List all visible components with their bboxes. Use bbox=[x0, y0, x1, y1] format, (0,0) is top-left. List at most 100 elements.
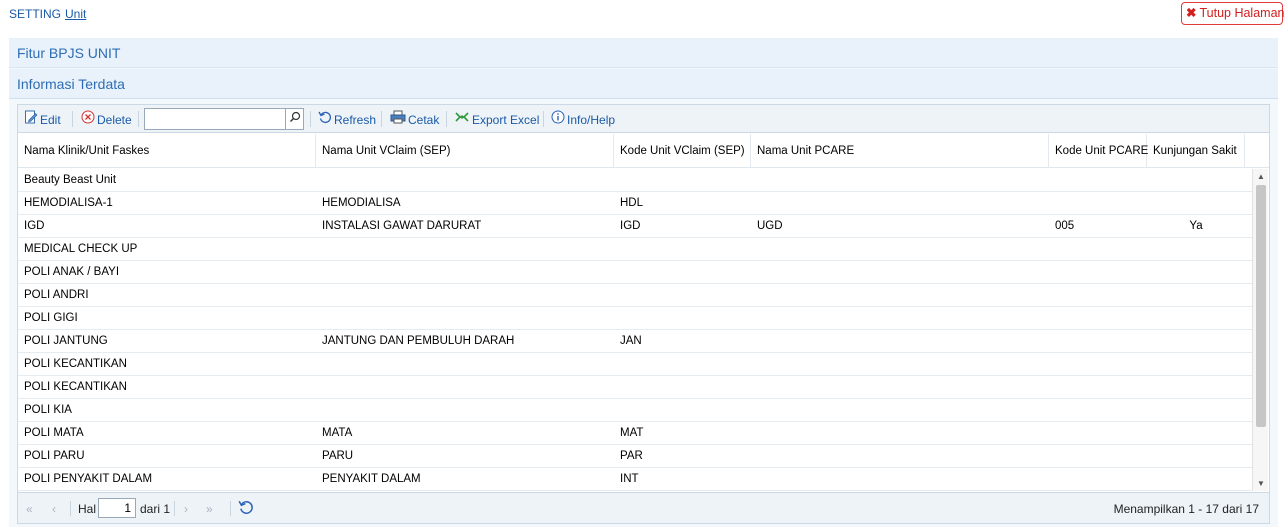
info-icon bbox=[551, 110, 565, 129]
pagination-summary: Menampilkan 1 - 17 dari 17 bbox=[1113, 502, 1259, 516]
cell-vclaim-code bbox=[614, 353, 751, 375]
refresh-page-icon[interactable] bbox=[238, 499, 254, 517]
cell-vclaim-code bbox=[614, 261, 751, 283]
scroll-down-icon[interactable]: ▼ bbox=[1253, 479, 1269, 488]
cell-klinik: POLI JANTUNG bbox=[24, 335, 108, 347]
cell-pcare-code bbox=[1049, 445, 1147, 467]
cell-klinik: HEMODIALISA-1 bbox=[24, 197, 113, 209]
export-excel-icon bbox=[454, 110, 470, 129]
cell-vclaim-name bbox=[316, 353, 614, 375]
cell-kunjungan-sakit bbox=[1147, 307, 1245, 329]
delete-label: Delete bbox=[97, 113, 132, 127]
cell-vclaim-name bbox=[316, 284, 614, 306]
scroll-thumb[interactable] bbox=[1256, 185, 1266, 427]
cell-vclaim-code: PAR bbox=[620, 450, 643, 462]
cell-vclaim-code: MAT bbox=[620, 427, 644, 439]
breadcrumb: SETTING Unit bbox=[9, 7, 86, 21]
cell-vclaim-code bbox=[614, 284, 751, 306]
table-row[interactable]: POLI JANTUNG JANTUNG DAN PEMBULUH DARAH … bbox=[18, 330, 1252, 353]
edit-label: Edit bbox=[40, 113, 61, 127]
first-page-icon[interactable]: « bbox=[26, 500, 33, 518]
cell-vclaim-code bbox=[614, 376, 751, 398]
column-header-pcare-name[interactable]: Nama Unit PCARE bbox=[751, 134, 1049, 168]
edit-icon bbox=[24, 110, 38, 129]
cell-pcare-code bbox=[1049, 307, 1147, 329]
table-row[interactable]: Beauty Beast Unit bbox=[18, 169, 1252, 192]
content-panel: Fitur BPJS UNIT Informasi Terdata Edit D… bbox=[9, 38, 1278, 527]
cell-vclaim-name bbox=[316, 261, 614, 283]
breadcrumb-unit[interactable]: Unit bbox=[65, 7, 86, 21]
cell-klinik: POLI PARU bbox=[24, 450, 85, 462]
column-header-vclaim-name[interactable]: Nama Unit VClaim (SEP) bbox=[316, 134, 614, 168]
section-title-info: Informasi Terdata bbox=[9, 69, 1278, 99]
prev-page-icon[interactable]: ‹ bbox=[52, 500, 56, 518]
cell-kunjungan-sakit bbox=[1147, 468, 1245, 490]
cell-pcare-name bbox=[751, 330, 1049, 352]
cell-vclaim-code bbox=[614, 169, 751, 191]
table-row[interactable]: POLI ANDRI bbox=[18, 284, 1252, 307]
table-row[interactable]: POLI PARU PARU PAR bbox=[18, 445, 1252, 468]
last-page-icon[interactable]: » bbox=[206, 500, 213, 518]
cell-vclaim-code: IGD bbox=[620, 220, 641, 232]
cell-klinik: POLI KIA bbox=[24, 404, 72, 416]
table-row[interactable]: POLI KECANTIKAN bbox=[18, 353, 1252, 376]
cell-klinik: POLI KECANTIKAN bbox=[24, 381, 127, 393]
cell-kunjungan-sakit bbox=[1147, 376, 1245, 398]
cell-vclaim-name: PENYAKIT DALAM bbox=[322, 473, 421, 485]
cell-vclaim-name bbox=[316, 399, 614, 421]
cell-kunjungan-sakit bbox=[1147, 353, 1245, 375]
cell-kunjungan-sakit bbox=[1147, 192, 1245, 214]
search-icon[interactable] bbox=[285, 109, 303, 129]
table-row[interactable]: MEDICAL CHECK UP bbox=[18, 238, 1252, 261]
table-row[interactable]: POLI KIA bbox=[18, 399, 1252, 422]
column-header-vclaim-code[interactable]: Kode Unit VClaim (SEP) bbox=[614, 134, 751, 168]
search-input[interactable] bbox=[144, 108, 304, 130]
close-page-label: Tutup Halaman bbox=[1199, 6, 1285, 20]
page-number-input[interactable]: 1 bbox=[98, 498, 136, 518]
breadcrumb-setting[interactable]: SETTING bbox=[9, 7, 61, 21]
table-row[interactable]: POLI GIGI bbox=[18, 307, 1252, 330]
cell-pcare-name bbox=[751, 261, 1049, 283]
column-header-kunjungan-sakit[interactable]: Kunjungan Sakit bbox=[1147, 134, 1245, 168]
refresh-button[interactable]: Refresh bbox=[318, 110, 376, 128]
scroll-up-icon[interactable]: ▲ bbox=[1253, 172, 1269, 181]
printer-icon bbox=[390, 110, 406, 129]
close-icon: ✖ bbox=[1186, 6, 1197, 20]
table-row[interactable]: HEMODIALISA-1 HEMODIALISA HDL bbox=[18, 192, 1252, 215]
delete-button[interactable]: Delete bbox=[81, 110, 132, 128]
cell-vclaim-name bbox=[316, 169, 614, 191]
print-button[interactable]: Cetak bbox=[390, 110, 439, 128]
cell-vclaim-code: JAN bbox=[620, 335, 642, 347]
cell-kunjungan-sakit bbox=[1147, 284, 1245, 306]
cell-pcare-name bbox=[751, 353, 1049, 375]
info-help-label: Info/Help bbox=[567, 113, 616, 127]
column-header-pcare-code[interactable]: Kode Unit PCARE bbox=[1049, 134, 1148, 168]
cell-kunjungan-sakit bbox=[1147, 422, 1245, 444]
cell-kunjungan-sakit bbox=[1147, 445, 1245, 467]
delete-icon bbox=[81, 110, 95, 129]
table-row[interactable]: POLI PENYAKIT DALAM PENYAKIT DALAM INT bbox=[18, 468, 1252, 491]
data-grid: Edit Delete Refresh Cetak Export Excel I… bbox=[17, 104, 1270, 524]
cell-vclaim-name: INSTALASI GAWAT DARURAT bbox=[322, 220, 482, 232]
cell-klinik: POLI KECANTIKAN bbox=[24, 358, 127, 370]
cell-klinik: IGD bbox=[24, 220, 45, 232]
cell-pcare-code bbox=[1049, 330, 1147, 352]
cell-klinik: POLI GIGI bbox=[24, 312, 78, 324]
column-header-klinik[interactable]: Nama Klinik/Unit Faskes bbox=[18, 134, 316, 168]
table-row[interactable]: POLI MATA MATA MAT bbox=[18, 422, 1252, 445]
cell-kunjungan-sakit bbox=[1147, 169, 1245, 191]
export-excel-label: Export Excel bbox=[472, 113, 540, 127]
next-page-icon[interactable]: › bbox=[184, 500, 188, 518]
export-excel-button[interactable]: Export Excel bbox=[454, 110, 539, 128]
table-row[interactable]: POLI ANAK / BAYI bbox=[18, 261, 1252, 284]
cell-pcare-code bbox=[1049, 422, 1147, 444]
cell-klinik: POLI ANAK / BAYI bbox=[24, 266, 120, 278]
vertical-scrollbar[interactable]: ▲ ▼ bbox=[1252, 169, 1268, 491]
cell-pcare-name bbox=[751, 376, 1049, 398]
edit-button[interactable]: Edit bbox=[24, 110, 61, 128]
info-help-button[interactable]: Info/Help bbox=[551, 110, 615, 128]
table-row[interactable]: IGD INSTALASI GAWAT DARURAT IGD UGD 005 … bbox=[18, 215, 1252, 238]
close-page-button[interactable]: ✖ Tutup Halaman bbox=[1181, 2, 1285, 25]
table-row[interactable]: POLI KECANTIKAN bbox=[18, 376, 1252, 399]
table-header: Nama Klinik/Unit Faskes Nama Unit VClaim… bbox=[18, 134, 1269, 168]
